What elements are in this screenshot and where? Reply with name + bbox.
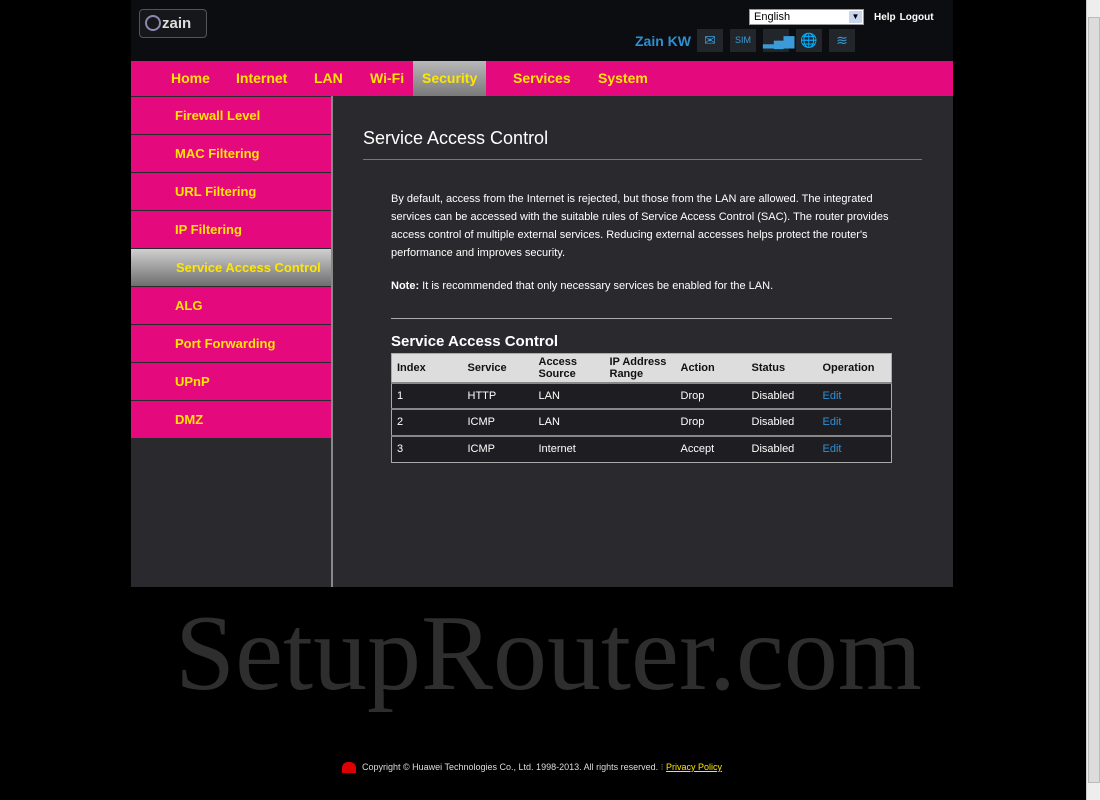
footer: Copyright © Huawei Technologies Co., Ltd… bbox=[342, 762, 722, 774]
help-link[interactable]: Help bbox=[874, 12, 896, 23]
column-header: IP Address Range bbox=[604, 353, 676, 383]
table-row: 3 ICMP Internet Accept Disabled Edit bbox=[391, 434, 892, 462]
table-cell: LAN bbox=[533, 408, 605, 436]
signal-icon: ▂▄▆ bbox=[763, 29, 794, 52]
table-cell: 1 bbox=[391, 381, 463, 409]
table-cell: Edit bbox=[817, 408, 892, 436]
table-row: 2 ICMP LAN Drop Disabled Edit bbox=[391, 408, 892, 436]
column-header: Index bbox=[391, 353, 463, 383]
table-cell: ICMP bbox=[462, 408, 534, 436]
sidebar-item-upnp[interactable]: UPnP bbox=[131, 363, 331, 400]
language-value: English bbox=[754, 11, 791, 23]
main-nav: Home Internet LAN Wi-Fi Security Services Syst… bbox=[131, 61, 953, 96]
table-cell: Drop bbox=[675, 408, 747, 436]
mail-icon[interactable]: ✉ bbox=[697, 29, 723, 52]
sidebar-item-ip-filtering[interactable]: IP Filtering bbox=[131, 211, 331, 248]
zain-logo[interactable]: zain bbox=[139, 9, 207, 38]
column-header: Service bbox=[462, 353, 534, 383]
table-title: Service Access Control bbox=[391, 333, 559, 350]
sidebar: Firewall Level MAC Filtering URL Filtering… bbox=[131, 96, 333, 587]
table-cell bbox=[604, 408, 676, 436]
nav-wi-fi[interactable]: Wi-Fi bbox=[370, 61, 404, 96]
table-cell: ICMP bbox=[462, 434, 534, 462]
table-cell: Disabled bbox=[746, 434, 818, 462]
wifi-icon: ≋ bbox=[829, 29, 855, 52]
scrollbar[interactable] bbox=[1086, 0, 1100, 800]
logo-text: zain bbox=[162, 15, 192, 32]
sidebar-item-mac-filtering[interactable]: MAC Filtering bbox=[131, 135, 331, 172]
table-cell: Disabled bbox=[746, 408, 818, 436]
column-header: Status bbox=[746, 353, 818, 383]
operator-name: Zain KW bbox=[635, 33, 691, 49]
sidebar-item-dmz[interactable]: DMZ bbox=[131, 401, 331, 438]
chevron-down-icon[interactable]: ▼ bbox=[849, 11, 862, 23]
column-header: Operation bbox=[817, 353, 892, 383]
content: Service Access Control By default, acces… bbox=[333, 96, 953, 587]
table-cell bbox=[604, 434, 676, 462]
edit-link[interactable]: Edit bbox=[823, 416, 842, 428]
table-cell: Edit bbox=[817, 434, 892, 462]
nav-internet[interactable]: Internet bbox=[236, 61, 287, 96]
sidebar-item-service-access-control[interactable]: Service Access Control bbox=[131, 249, 331, 286]
note-text: It is recommended that only necessary se… bbox=[419, 280, 774, 292]
logout-link[interactable]: Logout bbox=[900, 12, 934, 23]
zain-logo-icon bbox=[145, 15, 161, 31]
table-cell bbox=[604, 381, 676, 409]
language-select[interactable]: English ▼ bbox=[749, 9, 864, 25]
note-label: Note: bbox=[391, 280, 420, 292]
nav-services[interactable]: Services bbox=[513, 61, 571, 96]
table-cell: 2 bbox=[391, 408, 463, 436]
sidebar-item-port-forwarding[interactable]: Port Forwarding bbox=[131, 325, 331, 362]
sidebar-item-url-filtering[interactable]: URL Filtering bbox=[131, 173, 331, 210]
nav-security[interactable]: Security bbox=[413, 61, 487, 96]
sidebar-item-firewall-level[interactable]: Firewall Level bbox=[131, 97, 331, 134]
edit-link[interactable]: Edit bbox=[823, 443, 842, 455]
header: zain English ▼ Help Logout Zain KW ✉ SIM ▂… bbox=[131, 0, 953, 61]
table-cell: Disabled bbox=[746, 381, 818, 409]
edit-link[interactable]: Edit bbox=[823, 390, 842, 402]
separator: ⁝ bbox=[660, 762, 664, 772]
description: By default, access from the Internet is … bbox=[391, 193, 889, 259]
sim-icon: SIM bbox=[730, 29, 756, 52]
table-cell: Drop bbox=[675, 381, 747, 409]
sidebar-item-alg[interactable]: ALG bbox=[131, 287, 331, 324]
table-cell: LAN bbox=[533, 381, 605, 409]
nav-system[interactable]: System bbox=[598, 61, 648, 96]
nav-lan[interactable]: LAN bbox=[314, 61, 343, 96]
router-page: zain English ▼ Help Logout Zain KW ✉ SIM ▂… bbox=[131, 0, 953, 587]
sac-table: Index Service Access Source IP Address Rang… bbox=[391, 353, 892, 463]
table-cell: Edit bbox=[817, 381, 892, 409]
table-cell: 3 bbox=[391, 434, 463, 462]
scrollbar-thumb[interactable] bbox=[1088, 17, 1100, 783]
table-cell: Accept bbox=[675, 434, 747, 462]
column-header: Action bbox=[675, 353, 747, 383]
table-row: 1 HTTP LAN Drop Disabled Edit bbox=[391, 381, 892, 409]
internet-globe-icon: 🌐 bbox=[796, 29, 822, 52]
page-title: Service Access Control bbox=[363, 128, 922, 160]
copyright: Copyright © Huawei Technologies Co., Ltd… bbox=[362, 762, 659, 772]
watermark: SetupRouter.com bbox=[175, 594, 922, 713]
table-cell: HTTP bbox=[462, 381, 534, 409]
privacy-policy-link[interactable]: Privacy Policy bbox=[666, 762, 722, 772]
column-header: Access Source bbox=[533, 353, 605, 383]
nav-home[interactable]: Home bbox=[171, 61, 210, 96]
note: Note: It is recommended that only necess… bbox=[391, 280, 922, 292]
table-cell: Internet bbox=[533, 434, 605, 462]
huawei-logo-icon bbox=[342, 762, 356, 774]
